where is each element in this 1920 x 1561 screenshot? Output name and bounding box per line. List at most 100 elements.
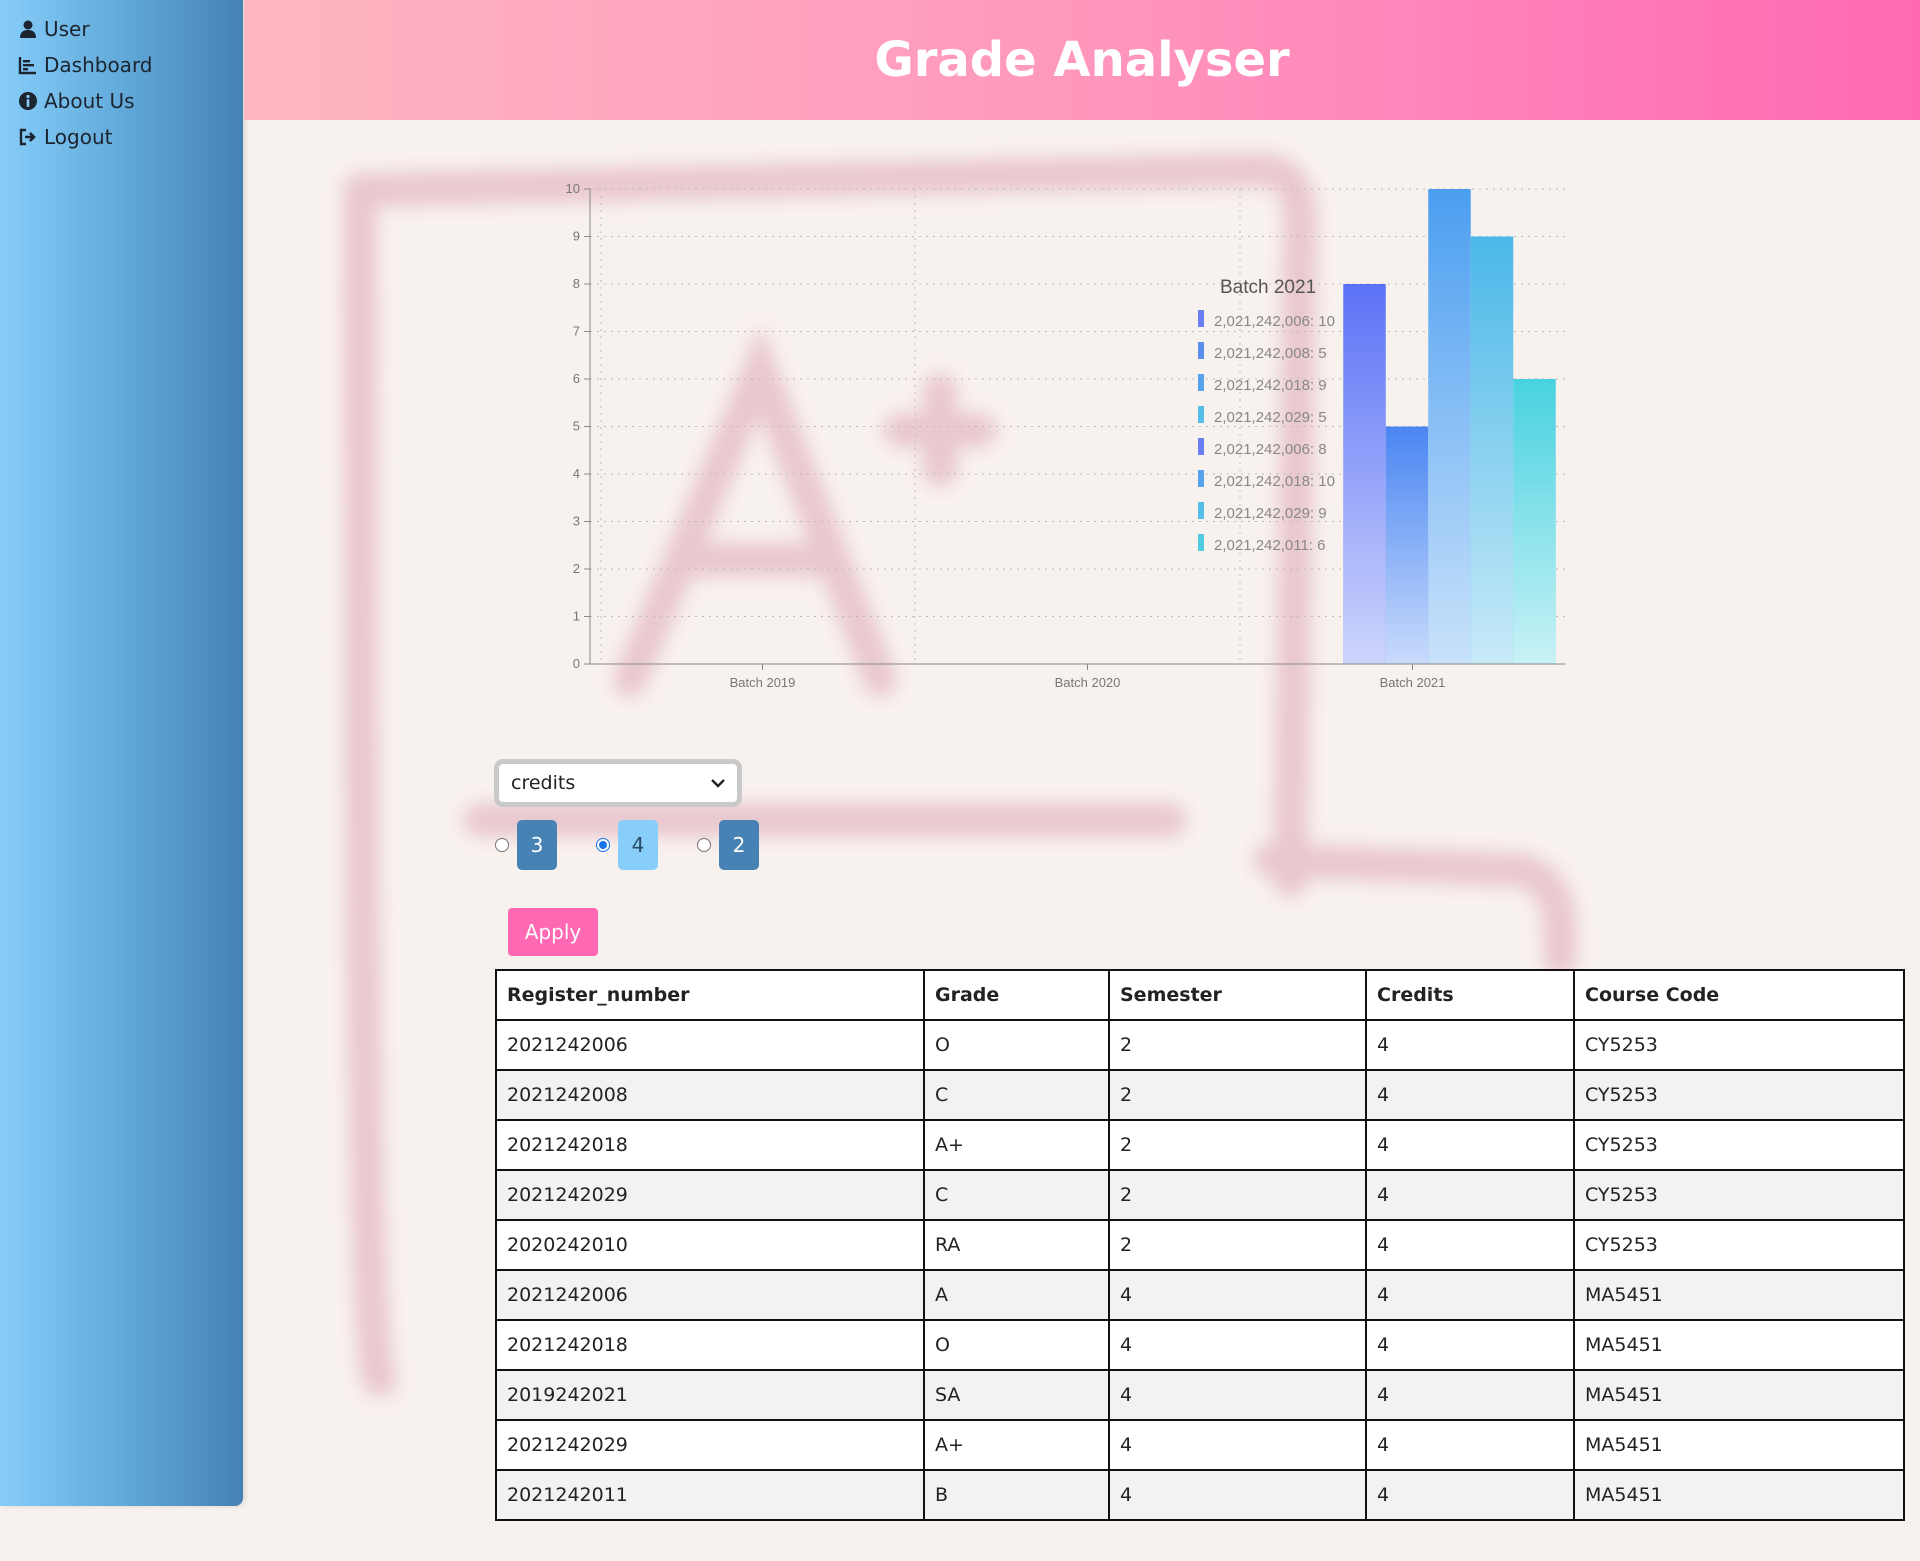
- table-row: 2021242029 C 2 4 CY5253: [495, 1169, 1905, 1221]
- table-cell: 4: [1108, 1419, 1367, 1471]
- filter-select-value: credits: [511, 772, 576, 794]
- tooltip-title: Batch 2021: [1220, 277, 1316, 298]
- bar-gradient-overlay: [1513, 379, 1556, 664]
- radio-button[interactable]: [697, 838, 711, 852]
- table-row: 2019242021 SA 4 4 MA5451: [495, 1369, 1905, 1421]
- table-cell: O: [923, 1019, 1110, 1071]
- tooltip-swatch: [1198, 406, 1204, 423]
- table-cell: 2: [1108, 1169, 1367, 1221]
- table-cell: 4: [1108, 1269, 1367, 1321]
- table-cell: MA5451: [1573, 1419, 1905, 1471]
- column-header: Register_number: [495, 969, 925, 1021]
- y-tick-label: 6: [573, 371, 580, 386]
- table-cell: 4: [1365, 1369, 1575, 1421]
- table-cell: 2: [1108, 1019, 1367, 1071]
- apply-button[interactable]: Apply: [508, 908, 598, 956]
- table-cell: 2019242021: [495, 1369, 925, 1421]
- table-cell: 2021242018: [495, 1319, 925, 1371]
- tooltip-swatch: [1198, 502, 1204, 519]
- table-cell: MA5451: [1573, 1469, 1905, 1521]
- table-cell: 4: [1365, 1069, 1575, 1121]
- table-cell: 2021242029: [495, 1169, 925, 1221]
- table-cell: 2021242006: [495, 1019, 925, 1071]
- bar-gradient-overlay: [1343, 284, 1386, 664]
- tooltip-entry: 2,021,242,029: 5: [1214, 409, 1327, 426]
- bar-gradient-overlay: [1470, 236, 1514, 664]
- table-cell: CY5253: [1573, 1019, 1905, 1071]
- table-row: 2021242011 B 4 4 MA5451: [495, 1469, 1905, 1521]
- table-cell: 4: [1108, 1469, 1367, 1521]
- table-cell: 4: [1365, 1319, 1575, 1371]
- table-cell: 2021242029: [495, 1419, 925, 1471]
- tooltip-swatch: [1198, 374, 1204, 391]
- credit-option-4[interactable]: 4: [596, 820, 658, 870]
- table-cell: 2020242010: [495, 1219, 925, 1271]
- column-header: Course Code: [1573, 969, 1905, 1021]
- y-tick-label: 10: [566, 181, 580, 196]
- tooltip-entry: 2,021,242,006: 10: [1214, 313, 1335, 330]
- y-tick-label: 9: [573, 229, 580, 244]
- y-tick-label: 3: [573, 514, 580, 529]
- table-cell: RA: [923, 1219, 1110, 1271]
- table-cell: 2021242008: [495, 1069, 925, 1121]
- table-cell: 2: [1108, 1069, 1367, 1121]
- option-chip[interactable]: 4: [618, 820, 658, 870]
- table-cell: MA5451: [1573, 1319, 1905, 1371]
- table-row: 2021242006 O 2 4 CY5253: [495, 1019, 1905, 1071]
- y-tick-label: 5: [573, 419, 580, 434]
- filter-select[interactable]: credits: [494, 759, 742, 807]
- tooltip-entry: 2,021,242,018: 9: [1214, 377, 1327, 394]
- table-cell: CY5253: [1573, 1069, 1905, 1121]
- table-cell: CY5253: [1573, 1169, 1905, 1221]
- y-tick-label: 7: [573, 324, 580, 339]
- table-cell: MA5451: [1573, 1369, 1905, 1421]
- table-row: 2021242029 A+ 4 4 MA5451: [495, 1419, 1905, 1471]
- table-cell: 2: [1108, 1119, 1367, 1171]
- table-row: 2021242006 A 4 4 MA5451: [495, 1269, 1905, 1321]
- credit-option-3[interactable]: 3: [495, 820, 557, 870]
- batch-bar-chart: 0 1 2 3 4 5 6 7 8 9 10 Batch 2019 Batch 2020 Batch 20…: [566, 181, 1565, 690]
- table-cell: 4: [1365, 1119, 1575, 1171]
- tooltip-entry: 2,021,242,018: 10: [1214, 473, 1335, 490]
- tooltip-entry: 2,021,242,008: 5: [1214, 345, 1327, 362]
- tooltip-entry: 2,021,242,029: 9: [1214, 505, 1327, 522]
- bar-gradient-overlay: [1428, 189, 1471, 664]
- table-row: 2021242018 A+ 2 4 CY5253: [495, 1119, 1905, 1171]
- credit-option-2[interactable]: 2: [697, 820, 759, 870]
- column-header: Grade: [923, 969, 1110, 1021]
- table-cell: 2021242018: [495, 1119, 925, 1171]
- column-header: Semester: [1108, 969, 1367, 1021]
- tooltip-swatch: [1198, 470, 1204, 487]
- table-cell: A+: [923, 1419, 1110, 1471]
- radio-button[interactable]: [495, 838, 509, 852]
- table-cell: 4: [1365, 1269, 1575, 1321]
- y-tick-label: 1: [573, 609, 580, 624]
- radio-button[interactable]: [596, 838, 610, 852]
- tooltip-swatch: [1198, 438, 1204, 455]
- tooltip-entry: 2,021,242,011: 6: [1214, 537, 1326, 554]
- table-cell: B: [923, 1469, 1110, 1521]
- table-cell: C: [923, 1069, 1110, 1121]
- x-tick-label: Batch 2019: [730, 675, 796, 690]
- bar-gradient-overlay: [1385, 426, 1429, 664]
- y-tick-label: 0: [573, 656, 580, 671]
- tooltip-entry: 2,021,242,006: 8: [1214, 441, 1327, 458]
- table-cell: A+: [923, 1119, 1110, 1171]
- table-cell: 4: [1365, 1169, 1575, 1221]
- column-header: Credits: [1365, 969, 1575, 1021]
- option-chip[interactable]: 3: [517, 820, 557, 870]
- table-row: 2021242018 O 4 4 MA5451: [495, 1319, 1905, 1371]
- option-chip[interactable]: 2: [719, 820, 759, 870]
- tooltip-swatch: [1198, 310, 1204, 327]
- y-tick-label: 2: [573, 561, 580, 576]
- table-cell: 2021242006: [495, 1269, 925, 1321]
- table-cell: A: [923, 1269, 1110, 1321]
- table-cell: MA5451: [1573, 1269, 1905, 1321]
- y-tick-label: 8: [573, 276, 580, 291]
- y-tick-label: 4: [573, 466, 580, 481]
- tooltip-swatch: [1198, 534, 1204, 551]
- table-cell: O: [923, 1319, 1110, 1371]
- x-tick-label: Batch 2021: [1380, 675, 1446, 690]
- table-row: 2021242008 C 2 4 CY5253: [495, 1069, 1905, 1121]
- table-cell: 2021242011: [495, 1469, 925, 1521]
